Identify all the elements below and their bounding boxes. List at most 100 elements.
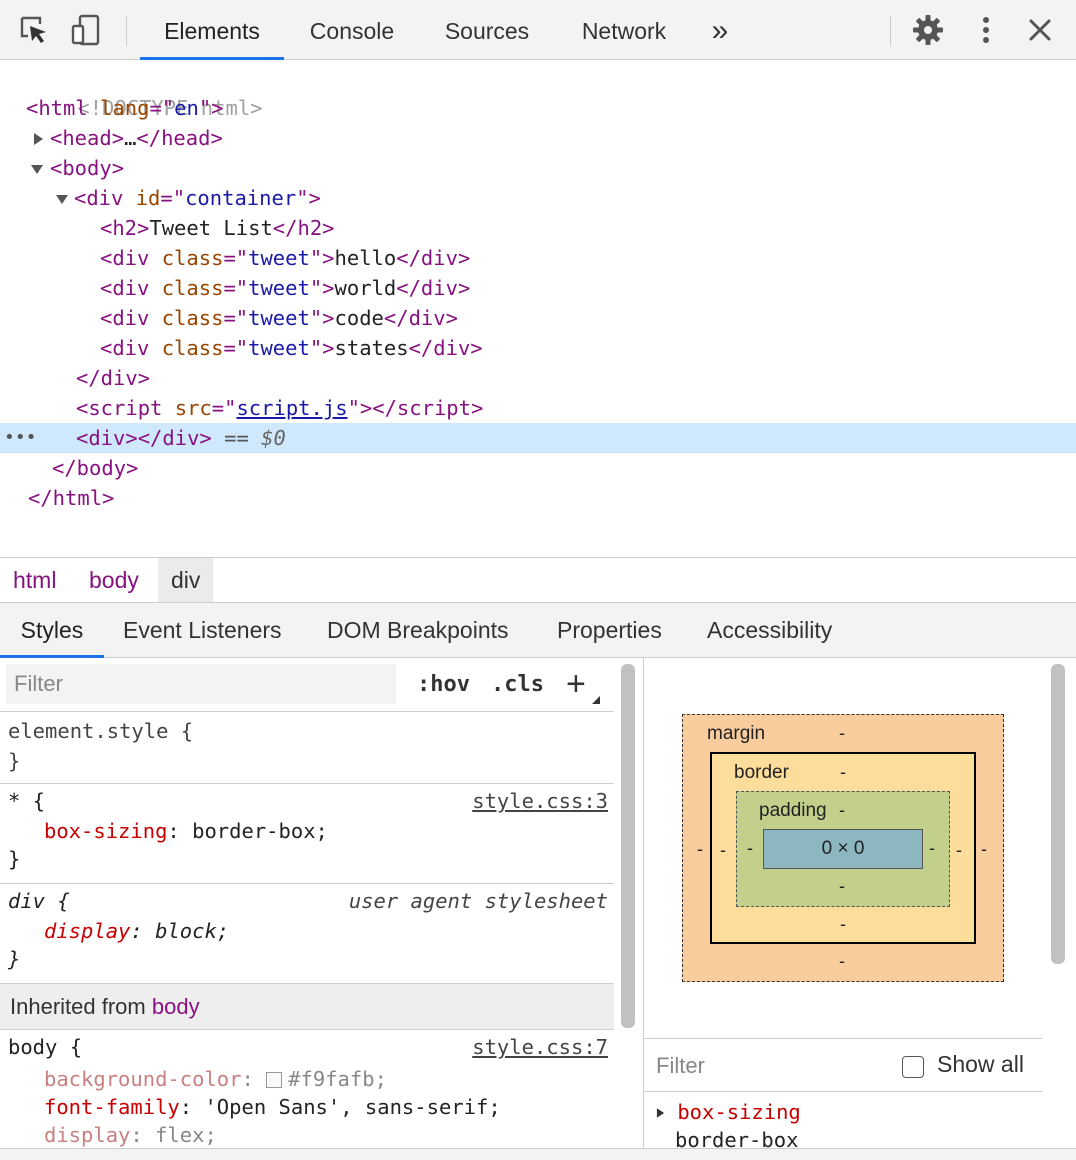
border-bottom-value[interactable]: -: [840, 914, 846, 935]
tab-elements[interactable]: Elements: [140, 0, 284, 60]
styles-scrollbar-thumb[interactable]: [621, 664, 635, 1028]
css-value: border-box;: [192, 819, 328, 843]
dom-node-container[interactable]: <div id="container">: [0, 183, 1076, 213]
more-actions-icon[interactable]: •••: [4, 423, 37, 453]
bottom-edge: [0, 1148, 1076, 1160]
collapse-triangle-icon[interactable]: [56, 194, 68, 204]
dom-node-head[interactable]: <head>…</head>: [0, 123, 1076, 153]
script-src-link[interactable]: script.js: [236, 396, 347, 420]
box-model-border[interactable]: border - - - - padding - - - - 0 × 0: [710, 752, 976, 944]
breadcrumb-body[interactable]: body: [76, 558, 152, 602]
tab-console[interactable]: Console: [294, 0, 410, 60]
rule-source-link[interactable]: style.css:7: [472, 1032, 608, 1062]
computed-filter-input[interactable]: [654, 1047, 874, 1085]
dom-node-tweet[interactable]: <div class="tweet">world</div>: [0, 273, 1076, 303]
box-model-margin[interactable]: margin - - - - border - - - - padding - …: [682, 714, 1004, 982]
head-close: </head>: [136, 126, 223, 150]
breadcrumb-div[interactable]: div: [158, 558, 214, 602]
rule-selector: element.style {: [8, 719, 194, 743]
computed-scrollbar-thumb[interactable]: [1051, 664, 1065, 964]
h2-open: <h2>: [100, 216, 150, 240]
inherited-label: Inherited from: [10, 994, 146, 1019]
class-toggle[interactable]: .cls: [491, 668, 544, 702]
dom-node-doctype[interactable]: <!DOCTYPE html>: [0, 63, 1076, 120]
box-model-content[interactable]: 0 × 0: [763, 829, 923, 869]
padding-right-value[interactable]: -: [929, 838, 935, 859]
device-toolbar-icon[interactable]: [70, 14, 102, 46]
show-all-checkbox[interactable]: [902, 1056, 924, 1078]
dom-node-html[interactable]: <html lang="en">: [0, 93, 1076, 123]
computed-property-name: box-sizing: [677, 1100, 801, 1124]
margin-left-value[interactable]: -: [697, 839, 703, 860]
hover-state-toggle[interactable]: :hov: [417, 668, 470, 702]
tab-event-listeners[interactable]: Event Listeners: [123, 603, 282, 658]
css-value: block;: [155, 919, 230, 943]
new-style-rule-button[interactable]: +: [566, 664, 586, 704]
kebab-menu-icon[interactable]: [970, 14, 1002, 46]
breadcrumb: html body div: [0, 557, 1076, 603]
body-close: </body>: [52, 456, 139, 480]
collapse-triangle-icon[interactable]: [31, 164, 43, 174]
styles-filter-input[interactable]: [6, 664, 396, 704]
padding-top-value[interactable]: -: [839, 800, 845, 821]
show-all-label[interactable]: Show all: [937, 1051, 1024, 1078]
dom-node-h2[interactable]: <h2>Tweet List</h2>: [0, 213, 1076, 243]
margin-right-value[interactable]: -: [981, 839, 987, 860]
border-right-value[interactable]: -: [956, 840, 962, 861]
padding-bottom-value[interactable]: -: [839, 876, 845, 897]
dom-node-body-close[interactable]: </body>: [0, 453, 1076, 483]
dom-node-html-close[interactable]: </html>: [0, 483, 1076, 513]
box-model-padding[interactable]: padding - - - - 0 × 0: [736, 791, 950, 907]
padding-left-value[interactable]: -: [747, 838, 753, 859]
margin-top-value[interactable]: -: [839, 723, 845, 744]
attr-name: class: [161, 276, 224, 300]
rule-source-link[interactable]: style.css:3: [472, 786, 608, 816]
rule-element-style[interactable]: element.style { }: [0, 712, 614, 784]
tab-sources[interactable]: Sources: [430, 0, 544, 60]
expand-triangle-icon[interactable]: [34, 133, 43, 145]
tab-dom-breakpoints[interactable]: DOM Breakpoints: [327, 603, 509, 658]
gear-icon[interactable]: [912, 14, 944, 46]
dom-node-tweet[interactable]: <div class="tweet">hello</div>: [0, 243, 1076, 273]
tab-network[interactable]: Network: [568, 0, 680, 60]
color-swatch[interactable]: [266, 1072, 283, 1088]
inherited-tag-link[interactable]: body: [152, 994, 200, 1019]
sidebar-tabs: Styles Event Listeners DOM Breakpoints P…: [0, 603, 1076, 658]
tag-name: div: [86, 186, 124, 210]
css-declaration[interactable]: box-sizing: border-box;: [44, 816, 328, 846]
dom-node-body[interactable]: <body>: [0, 153, 1076, 183]
dom-node-selected[interactable]: ••• <div></div> == $0: [0, 423, 1076, 453]
border-top-value[interactable]: -: [840, 762, 846, 783]
css-declaration[interactable]: background-color: #f9fafb;: [44, 1064, 387, 1094]
css-declaration[interactable]: display: flex;: [44, 1120, 217, 1148]
breadcrumb-html[interactable]: html: [0, 558, 69, 602]
css-declaration[interactable]: display: block;: [44, 916, 229, 946]
styles-scrollbar[interactable]: [614, 658, 643, 1148]
css-value: 'Open Sans', sans-serif;: [204, 1095, 501, 1119]
dom-node-tweet[interactable]: <div class="tweet">code</div>: [0, 303, 1076, 333]
rule-selector: body {: [8, 1035, 83, 1059]
close-icon[interactable]: [1024, 14, 1056, 46]
attr-name: class: [161, 306, 224, 330]
css-declaration[interactable]: font-family: 'Open Sans', sans-serif;: [44, 1092, 501, 1122]
expand-triangle-icon[interactable]: [656, 1108, 665, 1118]
tab-accessibility[interactable]: Accessibility: [707, 603, 832, 658]
dom-node-script[interactable]: <script src="script.js"></script>: [0, 393, 1076, 423]
computed-property-row[interactable]: box-sizing: [656, 1100, 801, 1124]
tab-properties[interactable]: Properties: [557, 603, 662, 658]
css-property: font-family: [44, 1095, 180, 1119]
tab-styles[interactable]: Styles: [0, 603, 104, 658]
rule-body[interactable]: body { style.css:7 background-color: #f9…: [0, 1030, 614, 1148]
computed-scrollbar[interactable]: [1043, 658, 1076, 1148]
margin-bottom-value[interactable]: -: [839, 951, 845, 972]
rule-close: }: [8, 947, 21, 971]
inspect-element-icon[interactable]: [18, 14, 50, 46]
border-left-value[interactable]: -: [720, 840, 726, 861]
dom-node-tweet[interactable]: <div class="tweet">states</div>: [0, 333, 1076, 363]
rule-universal[interactable]: * { style.css:3 box-sizing: border-box; …: [0, 784, 614, 884]
dom-node-container-close[interactable]: </div>: [0, 363, 1076, 393]
more-tabs-chevron-icon[interactable]: »: [702, 0, 738, 60]
head-ellipsis[interactable]: …: [124, 126, 136, 150]
corner-triangle-icon: [592, 696, 600, 704]
rule-div-user-agent[interactable]: div { user agent stylesheet display: blo…: [0, 884, 614, 984]
